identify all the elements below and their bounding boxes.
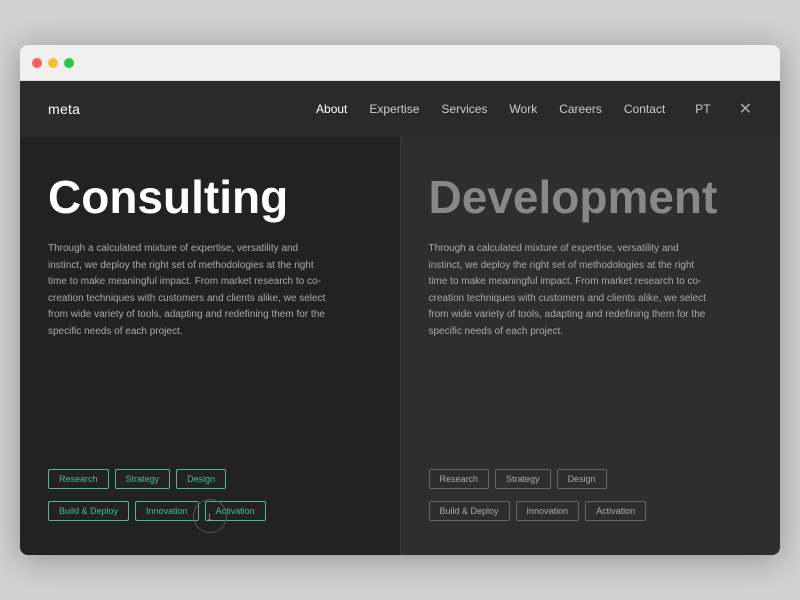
nav-link-contact[interactable]: Contact [624,102,665,116]
nav-logo: meta [48,101,80,117]
nav-link-services[interactable]: Services [441,102,487,116]
tag-build-deploy[interactable]: Build & Deploy [48,501,129,521]
dev-tag-strategy[interactable]: Strategy [495,469,551,489]
tag-innovation[interactable]: Innovation [135,501,199,521]
nav-link-about[interactable]: About [316,102,347,116]
development-title: Development [429,173,753,221]
browser-window: meta About Expertise Services Work Caree… [20,45,780,555]
consulting-tags-row2: Build & Deploy Innovation Activation [48,501,266,521]
dev-tag-innovation[interactable]: Innovation [516,501,580,521]
dev-tag-activation[interactable]: Activation [585,501,646,521]
consulting-description: Through a calculated mixture of expertis… [48,241,328,340]
nav-link-expertise[interactable]: Expertise [369,102,419,116]
consulting-panel: Consulting Through a calculated mixture … [20,137,401,555]
development-description: Through a calculated mixture of expertis… [429,241,709,340]
tag-research[interactable]: Research [48,469,109,489]
nav: meta About Expertise Services Work Caree… [20,81,780,137]
browser-expand-dot[interactable] [64,58,74,68]
consulting-title: Consulting [48,173,372,221]
nav-links: About Expertise Services Work Careers Co… [316,99,752,119]
page-content: meta About Expertise Services Work Caree… [20,81,780,555]
dev-tag-design[interactable]: Design [557,469,607,489]
dev-tag-research[interactable]: Research [429,469,490,489]
scroll-down-button[interactable]: ↓ [193,499,227,533]
consulting-tags-row1: Research Strategy Design [48,469,226,489]
browser-bar [20,45,780,81]
close-icon[interactable]: ✕ [739,99,752,119]
browser-minimize-dot[interactable] [48,58,58,68]
scroll-down-icon: ↓ [206,508,213,524]
dev-tag-build-deploy[interactable]: Build & Deploy [429,501,510,521]
nav-link-careers[interactable]: Careers [559,102,602,116]
tag-strategy[interactable]: Strategy [115,469,171,489]
browser-close-dot[interactable] [32,58,42,68]
tag-design[interactable]: Design [176,469,226,489]
development-panel: Development Through a calculated mixture… [401,137,781,555]
development-tags-row1: Research Strategy Design [429,469,607,489]
development-tags: Research Strategy Design Build & Deploy … [429,469,753,527]
main-panels: Consulting Through a calculated mixture … [20,137,780,555]
development-tags-row2: Build & Deploy Innovation Activation [429,501,647,521]
nav-language[interactable]: PT [695,102,710,116]
nav-link-work[interactable]: Work [509,102,537,116]
